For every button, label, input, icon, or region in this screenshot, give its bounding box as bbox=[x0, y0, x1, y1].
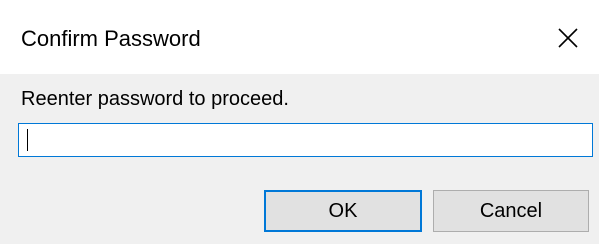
cancel-button[interactable]: Cancel bbox=[433, 190, 589, 232]
dialog-body: Reenter password to proceed. OK Cancel bbox=[0, 74, 599, 244]
close-icon bbox=[558, 28, 578, 48]
ok-button[interactable]: OK bbox=[264, 190, 422, 232]
password-input[interactable] bbox=[18, 123, 593, 157]
prompt-label: Reenter password to proceed. bbox=[21, 88, 289, 110]
close-button[interactable] bbox=[537, 10, 599, 66]
text-caret bbox=[27, 129, 28, 151]
confirm-password-dialog: Confirm Password Reenter password to pro… bbox=[0, 0, 599, 244]
dialog-title: Confirm Password bbox=[21, 26, 201, 51]
title-bar: Confirm Password bbox=[0, 0, 599, 74]
